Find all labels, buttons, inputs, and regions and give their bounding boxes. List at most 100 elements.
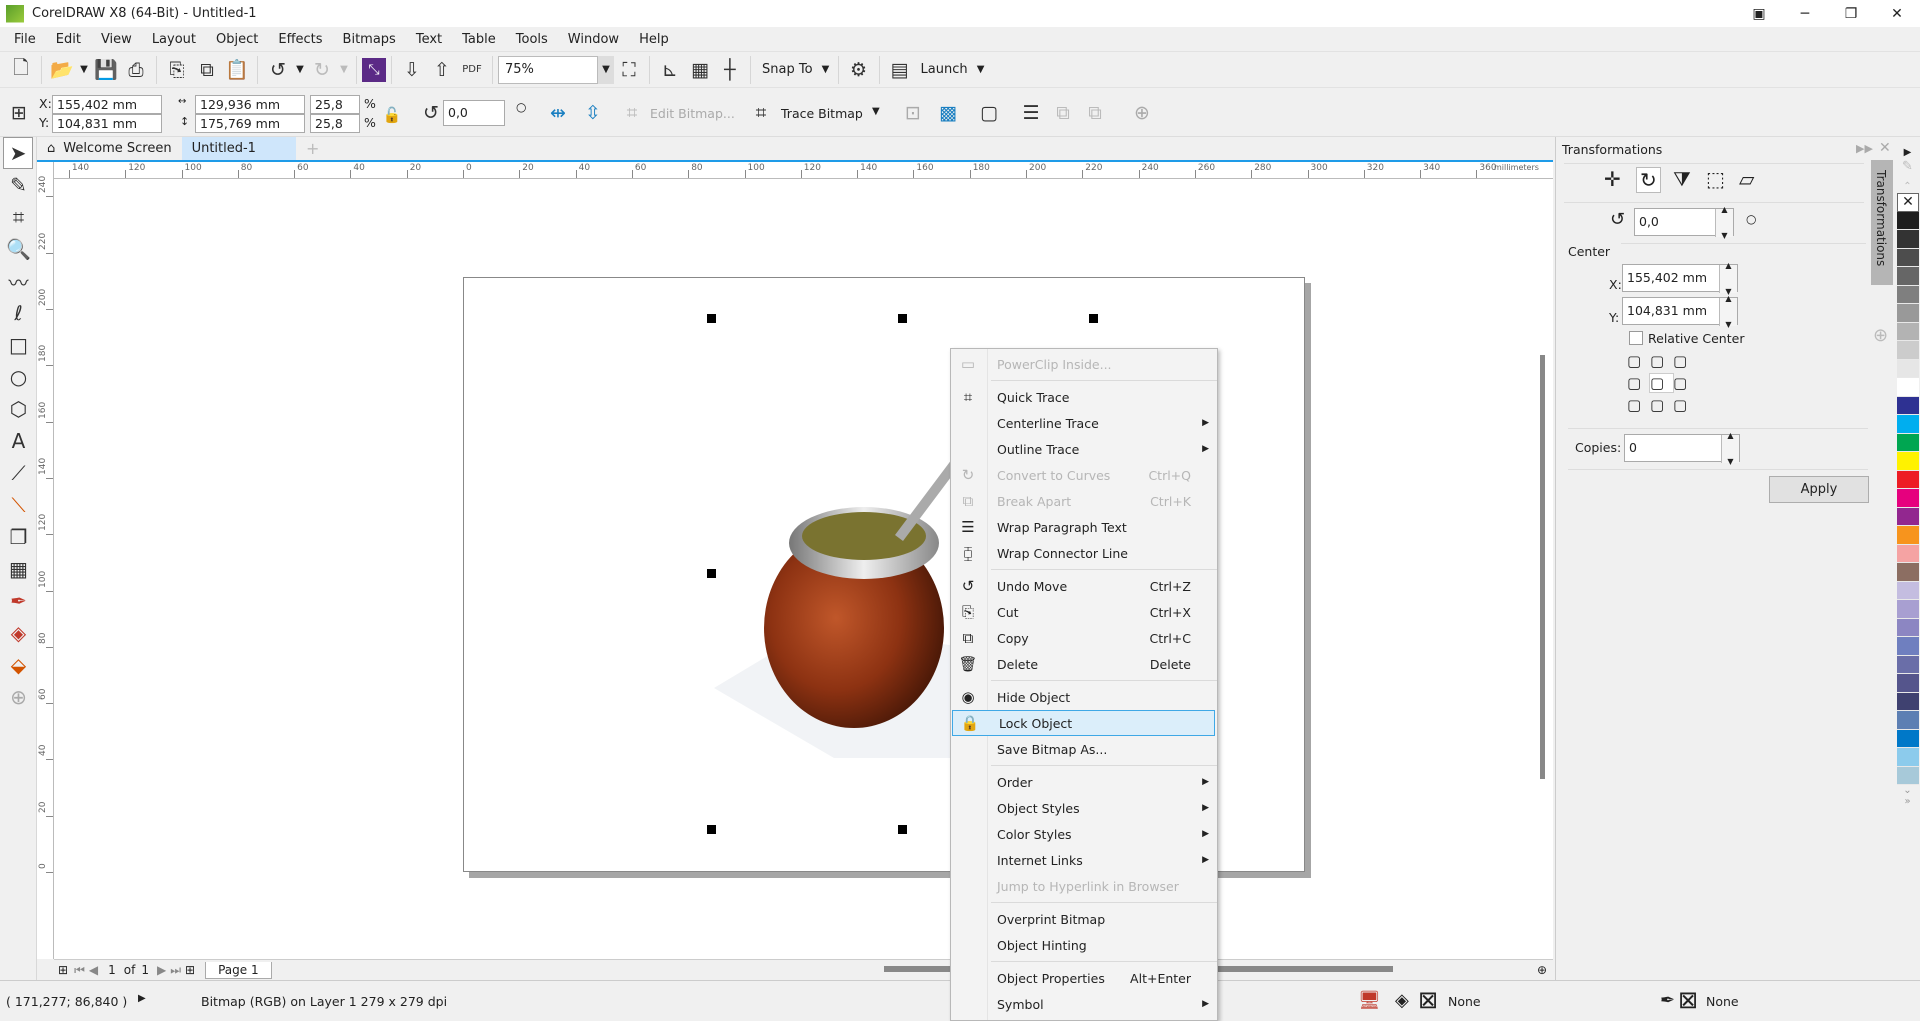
bitmap-color-mask-icon[interactable]: ▢ [974, 98, 1004, 128]
palette-scroll-down-icon[interactable]: ⌄ [1895, 785, 1920, 796]
import-icon[interactable]: ⇩ [397, 55, 427, 85]
show-rulers-icon[interactable]: ⊾ [655, 55, 685, 85]
prev-page-icon[interactable]: ◀ [89, 963, 98, 977]
next-page-icon[interactable]: ▶ [157, 963, 166, 977]
color-swatch[interactable] [1897, 230, 1919, 249]
anchor-top-right[interactable]: ▢ [1673, 352, 1696, 370]
color-swatch[interactable] [1897, 748, 1919, 767]
menu-text[interactable]: Text [406, 32, 452, 47]
menu-object[interactable]: Object [206, 32, 268, 47]
crop-bitmap-icon[interactable]: ⊡ [898, 98, 928, 128]
dimension-tool-icon[interactable]: ⟋ [0, 457, 37, 489]
ellipse-tool-icon[interactable]: ○ [0, 361, 37, 393]
color-swatch[interactable] [1897, 729, 1919, 748]
center-x-field[interactable]: 155,402 mm ▲ ▼ [1622, 261, 1738, 296]
color-swatch[interactable] [1897, 267, 1919, 286]
undo-dropdown-icon[interactable]: ▼ [293, 64, 307, 75]
color-swatch[interactable] [1897, 544, 1919, 563]
launch-icon[interactable]: ▤ [885, 55, 915, 85]
scale-mirror-icon[interactable]: ⧩ [1673, 167, 1691, 191]
last-page-icon[interactable]: ⏭ [170, 963, 181, 978]
launch-button[interactable]: Launch [915, 62, 974, 77]
center-y-field[interactable]: 104,831 mm ▲ ▼ [1622, 294, 1738, 329]
context-menu-item-centerline-trace[interactable]: Centerline Trace ▶ [951, 410, 1217, 436]
scale-x-field[interactable]: 25,8 [310, 95, 360, 114]
color-swatch[interactable] [1897, 637, 1919, 656]
anchor-bottom-left[interactable]: ▢ [1627, 396, 1650, 414]
color-swatch[interactable] [1897, 711, 1919, 730]
lock-ratio-icon[interactable]: 🔓 [377, 100, 407, 130]
minimize-button[interactable]: ─ [1782, 0, 1828, 27]
menu-bitmaps[interactable]: Bitmaps [333, 32, 406, 47]
page-tab[interactable]: Page 1 [205, 961, 272, 979]
color-swatch[interactable] [1897, 396, 1919, 415]
color-swatch[interactable] [1897, 378, 1919, 397]
zoom-tool-icon[interactable]: 🔍 [0, 233, 37, 265]
mate-gourd-bitmap[interactable] [714, 458, 974, 758]
color-swatch[interactable] [1897, 341, 1919, 360]
add-page-after-icon[interactable]: ⊞ [185, 963, 195, 977]
menu-effects[interactable]: Effects [268, 32, 332, 47]
vertical-scrollbar[interactable] [1540, 355, 1545, 779]
open-folder-icon[interactable]: 📂 [47, 55, 77, 85]
context-menu-item-object-hinting[interactable]: Object Hinting [951, 932, 1217, 958]
rotation-spinner[interactable]: ▲ ▼ [1715, 205, 1733, 240]
color-swatch[interactable] [1897, 415, 1919, 434]
transparency-icon[interactable]: ▦ [0, 553, 37, 585]
color-swatch[interactable] [1897, 507, 1919, 526]
y-position-field[interactable]: 104,831 mm [52, 114, 162, 133]
rotate-transform-icon[interactable]: ↻ [1636, 167, 1661, 193]
context-menu-item-internet-links[interactable]: Internet Links ▶ [951, 847, 1217, 873]
selection-handle[interactable] [898, 314, 907, 323]
context-menu-item-save-bitmap-as[interactable]: Save Bitmap As... [951, 736, 1217, 762]
menu-tools[interactable]: Tools [506, 32, 558, 47]
color-swatch[interactable] [1897, 359, 1919, 378]
apply-button[interactable]: Apply [1769, 476, 1869, 503]
connector-tool-icon[interactable]: ⟍ [0, 489, 37, 521]
undo-icon[interactable]: ↺ [263, 55, 293, 85]
open-dropdown-icon[interactable]: ▼ [77, 64, 91, 75]
color-swatch[interactable] [1897, 470, 1919, 489]
anchor-center[interactable]: ▢ [1649, 373, 1674, 393]
context-menu-item-cut[interactable]: ⎘ Cut Ctrl+X [951, 599, 1217, 625]
drop-shadow-icon[interactable]: ❐ [0, 521, 37, 553]
selection-handle[interactable] [898, 825, 907, 834]
text-tool-icon[interactable]: A [0, 425, 37, 457]
trace-bitmap-icon[interactable]: ⌗ [746, 98, 776, 128]
context-menu-item-color-styles[interactable]: Color Styles ▶ [951, 821, 1217, 847]
palette-expand-icon[interactable]: » [1895, 796, 1920, 807]
color-swatch[interactable] [1897, 655, 1919, 674]
color-swatch[interactable] [1897, 248, 1919, 267]
context-menu-item-outline-trace[interactable]: Outline Trace ▶ [951, 436, 1217, 462]
color-swatch[interactable] [1897, 322, 1919, 341]
color-swatch[interactable] [1897, 563, 1919, 582]
interactive-fill-icon[interactable]: ◈ [0, 617, 37, 649]
width-field[interactable]: 129,936 mm [195, 95, 305, 114]
add-tool-icon[interactable]: ⊕ [0, 681, 37, 713]
export-icon[interactable]: ⇧ [427, 55, 457, 85]
color-swatch[interactable] [1897, 304, 1919, 323]
tab-untitled-1[interactable]: Untitled-1 [181, 137, 296, 160]
context-menu-item-quick-trace[interactable]: ⌗ Quick Trace [951, 384, 1217, 410]
color-swatch[interactable] [1897, 526, 1919, 545]
new-document-icon[interactable]: 🗋 [6, 55, 36, 85]
close-button[interactable]: ✕ [1874, 0, 1920, 27]
add-page-before-icon[interactable]: ⊞ [58, 963, 68, 977]
height-field[interactable]: 175,769 mm [195, 114, 305, 133]
shape-tool-icon[interactable]: ✎ [0, 169, 37, 201]
anchor-bottom-right[interactable]: ▢ [1673, 396, 1696, 414]
menu-help[interactable]: Help [629, 32, 679, 47]
anchor-bottom-center[interactable]: ▢ [1650, 396, 1673, 414]
zoom-level-combo[interactable]: 75% [498, 55, 598, 84]
publish-pdf-icon[interactable]: PDF [457, 55, 487, 85]
artistic-media-icon[interactable]: ℓ [0, 297, 37, 329]
docker-expand-icon[interactable]: ▶▶ [1856, 142, 1873, 155]
size-transform-icon[interactable]: ⬚ [1706, 167, 1725, 191]
color-proof-icon[interactable]: 🖥 [1358, 990, 1381, 1011]
snap-to-dropdown-icon[interactable]: ▼ [819, 64, 833, 75]
help-window-icon[interactable]: ▣ [1736, 0, 1782, 27]
anchor-middle-left[interactable]: ▢ [1627, 374, 1650, 392]
x-position-field[interactable]: 155,402 mm [52, 95, 162, 114]
color-swatch[interactable] [1897, 433, 1919, 452]
status-expand-icon[interactable]: ▶ [138, 993, 146, 1004]
